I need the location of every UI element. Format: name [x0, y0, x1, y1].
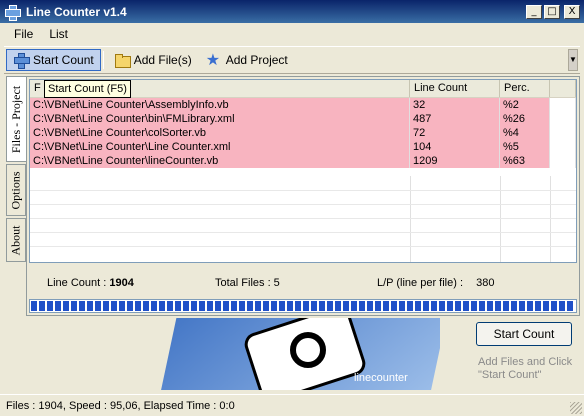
grid-row-line: [30, 218, 576, 219]
table-row[interactable]: C:\VBNet\Line Counter\bin\FMLibrary.xml …: [30, 112, 576, 126]
empty-cell: [550, 126, 576, 140]
grid-row-line: [30, 204, 576, 205]
table-row[interactable]: C:\VBNet\Line Counter\colSorter.vb 72 %4: [30, 126, 576, 140]
grid-row-line: [30, 232, 576, 233]
perc-cell: %26: [500, 112, 550, 126]
line-count-cell: 32: [410, 98, 500, 112]
lp-stat-label: L/P (line per file) :: [377, 277, 464, 289]
add-files-button[interactable]: Add File(s): [108, 49, 198, 71]
empty-cell: [550, 98, 576, 112]
perc-cell: %63: [500, 154, 550, 168]
line-count-cell: 104: [410, 140, 500, 154]
empty-cell: [550, 112, 576, 126]
file-list[interactable]: F Line Count Perc. C:\VBNet\Line Counter…: [29, 79, 577, 263]
tab-about-label: About: [8, 225, 23, 255]
menu-file[interactable]: File: [6, 25, 41, 43]
tab-options[interactable]: Options: [6, 164, 26, 216]
file-path-cell: C:\VBNet\Line Counter\lineCounter.vb: [30, 154, 410, 168]
column-header-line-count[interactable]: Line Count: [410, 80, 500, 97]
menu-list[interactable]: List: [41, 25, 76, 43]
add-project-label: Add Project: [225, 53, 288, 67]
tab-about[interactable]: About: [6, 218, 26, 262]
total-files-stat: Total Files : 5: [215, 277, 280, 289]
tab-files-project-label: Files - Project: [9, 85, 24, 153]
file-path-cell: C:\VBNet\Line Counter\colSorter.vb: [30, 126, 410, 140]
line-count-cell: 487: [410, 112, 500, 126]
stats-bar: Line Count : 1904 Total Files : 5 L/P (l…: [47, 277, 567, 291]
menu-bar: File List: [0, 23, 584, 44]
line-count-stat-label: Line Count :: [47, 277, 107, 289]
empty-cell: [550, 154, 576, 168]
perc-cell: %4: [500, 126, 550, 140]
perc-cell: %5: [500, 140, 550, 154]
minimize-button[interactable]: _: [526, 4, 542, 19]
file-path-cell: C:\VBNet\Line Counter\Line Counter.xml: [30, 140, 410, 154]
toolbar-separator: [102, 51, 104, 69]
column-header-perc[interactable]: Perc.: [500, 80, 550, 97]
table-row[interactable]: C:\VBNet\Line Counter\lineCounter.vb 120…: [30, 154, 576, 168]
table-row[interactable]: C:\VBNet\Line Counter\AssemblyInfo.vb 32…: [30, 98, 576, 112]
start-count-tooltip: Start Count (F5): [44, 80, 131, 98]
line-count-cell: 72: [410, 126, 500, 140]
column-header-empty: [550, 80, 576, 97]
tab-options-label: Options: [8, 170, 23, 210]
resize-grip[interactable]: [570, 402, 582, 414]
start-count-tool-button[interactable]: Start Count: [6, 49, 101, 71]
logo-knot-icon: [290, 332, 326, 368]
grid-row-line: [30, 190, 576, 191]
files-panel: F Line Count Perc. C:\VBNet\Line Counter…: [26, 76, 580, 316]
hint-text: Add Files and Click "Start Count": [478, 356, 573, 381]
empty-grid-area: [30, 176, 576, 262]
start-count-button[interactable]: Start Count: [476, 322, 572, 346]
toolbar: Start Count Add File(s) ★ Add Project ▼: [4, 46, 580, 74]
progress-fill: [31, 301, 575, 311]
line-count-stat: Line Count : 1904: [47, 277, 134, 289]
perc-cell: %2: [500, 98, 550, 112]
table-row[interactable]: C:\VBNet\Line Counter\Line Counter.xml 1…: [30, 140, 576, 154]
lp-stat: L/P (line per file) : 380: [377, 277, 494, 289]
app-plus-icon: [4, 4, 21, 21]
grid-row-line: [30, 246, 576, 247]
empty-cell: [550, 140, 576, 154]
line-count-stat-value: 1904: [109, 277, 134, 289]
close-button[interactable]: X: [564, 4, 580, 19]
logo-text: linecounter: [354, 372, 408, 384]
file-path-cell: C:\VBNet\Line Counter\AssemblyInfo.vb: [30, 98, 410, 112]
progress-bar: [29, 299, 577, 313]
status-bar: Files : 1904, Speed : 95,06, Elapsed Tim…: [0, 394, 584, 416]
title-bar[interactable]: Line Counter v1.4 _ □ X: [0, 0, 584, 23]
window-title: Line Counter v1.4: [26, 4, 127, 19]
vertical-tabs: Files - Project Options About: [6, 76, 26, 316]
maximize-button[interactable]: □: [544, 4, 560, 19]
plus-icon: [13, 52, 30, 69]
lp-stat-value: 380: [476, 277, 495, 289]
add-files-label: Add File(s): [133, 53, 192, 67]
toolbar-overflow-button[interactable]: ▼: [568, 49, 578, 71]
app-window: Line Counter v1.4 _ □ X File List Start …: [0, 0, 584, 416]
tab-files-project[interactable]: Files - Project: [6, 76, 26, 162]
star-icon: ★: [205, 50, 221, 69]
status-text: Files : 1904, Speed : 95,06, Elapsed Tim…: [6, 399, 235, 412]
start-count-label: Start Count: [33, 53, 94, 67]
add-project-button[interactable]: ★ Add Project: [200, 49, 294, 71]
line-counter-logo: linecounter: [140, 318, 440, 390]
folder-icon: [114, 52, 131, 68]
line-count-cell: 1209: [410, 154, 500, 168]
file-path-cell: C:\VBNet\Line Counter\bin\FMLibrary.xml: [30, 112, 410, 126]
